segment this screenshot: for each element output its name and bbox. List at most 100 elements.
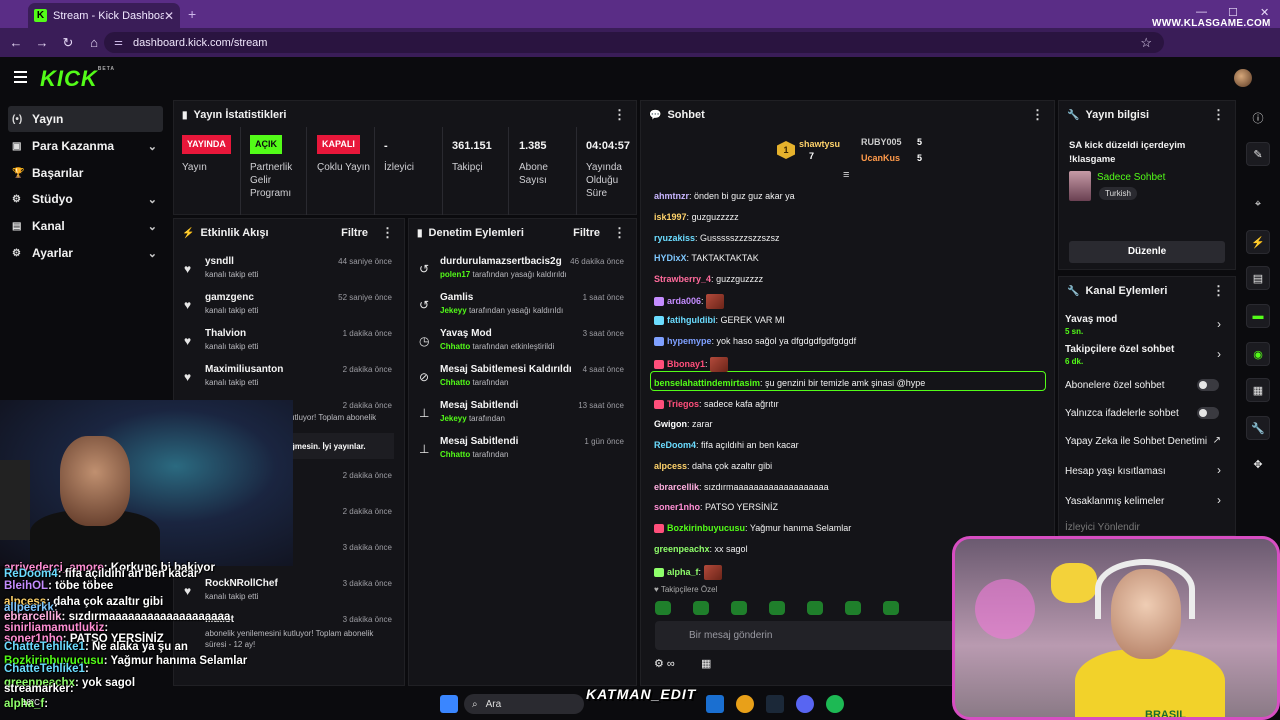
chat-username[interactable]: Triegos xyxy=(667,399,699,409)
gift-icon[interactable]: ▦ xyxy=(701,657,711,670)
document-icon[interactable]: ▤ xyxy=(1246,266,1270,290)
kick-logo[interactable]: KICKBETA xyxy=(40,66,115,92)
lightning-icon: ⚡ xyxy=(182,227,195,239)
chrome-icon[interactable] xyxy=(736,695,754,713)
chat-username[interactable]: Bbonay1 xyxy=(667,359,705,369)
outlook-icon[interactable] xyxy=(706,695,724,713)
menu-icon[interactable] xyxy=(14,71,27,86)
action-banned-words[interactable]: Yasaklanmış kelimeler › xyxy=(1059,493,1235,513)
emote-icon[interactable] xyxy=(883,601,899,615)
chat-username[interactable]: hypemype xyxy=(667,336,712,346)
edit-button[interactable]: Düzenle xyxy=(1069,241,1225,263)
chat-username[interactable]: ryuzakiss xyxy=(654,233,695,243)
sidebar-item-ayarlar[interactable]: ⚙ Ayarlar ⌄ xyxy=(8,240,163,266)
sidebar-item-kanal[interactable]: ▤ Kanal ⌄ xyxy=(8,213,163,239)
filter-button[interactable]: Filtre xyxy=(341,227,368,239)
action-ai-moderation[interactable]: Yapay Zeka ile Sohbet Denetimi ↗ xyxy=(1059,435,1235,453)
chat-username[interactable]: fatihguldibi xyxy=(667,315,716,325)
chat-input[interactable]: Bir mesaj gönderin xyxy=(655,621,955,650)
user-badge-icon xyxy=(654,524,664,534)
emote-icon[interactable] xyxy=(807,601,823,615)
sidebar-item-studyo[interactable]: ⚙ Stüdyo ⌄ xyxy=(8,186,163,212)
chat-settings-icon[interactable]: ⚙ ∞ xyxy=(654,657,675,670)
url-field[interactable]: ⚌ dashboard.kick.com/stream ☆ xyxy=(104,32,1164,53)
expand-icon[interactable]: ≡ xyxy=(843,169,849,181)
more-options-icon[interactable]: ⋮ xyxy=(1031,107,1044,123)
info-icon[interactable]: ⓘ xyxy=(1246,106,1270,130)
back-icon[interactable]: ← xyxy=(4,35,28,50)
lightning-icon[interactable]: ⚡ xyxy=(1246,230,1270,254)
chat-username[interactable]: ReDoom4 xyxy=(654,440,696,450)
emote-icon[interactable] xyxy=(769,601,785,615)
chat-username[interactable]: greenpeachx xyxy=(654,544,710,554)
action-followers-only[interactable]: Takipçilere özel sohbet 6 dk. › xyxy=(1059,343,1235,369)
wrench-icon[interactable]: 🔧 xyxy=(1246,416,1270,440)
chat-username[interactable]: Bozkirinbuyucusu xyxy=(667,523,745,533)
emote-icon[interactable] xyxy=(845,601,861,615)
category-link[interactable]: Sadece Sohbet xyxy=(1097,171,1165,185)
add-widget-icon[interactable]: ✥ xyxy=(1246,452,1270,476)
activity-row: ♥ Maximiliusanton kanalı takip etti 2 da… xyxy=(184,364,392,387)
home-icon[interactable]: ⌂ xyxy=(82,35,106,50)
action-account-age[interactable]: Hesap yaşı kısıtlaması › xyxy=(1059,463,1235,483)
chat-username[interactable]: Strawberry_4 xyxy=(654,274,711,284)
heart-icon: ♥ xyxy=(184,298,192,312)
action-subscribers-only[interactable]: Abonelere özel sohbet xyxy=(1059,377,1235,395)
emote-icon[interactable] xyxy=(655,601,671,615)
focus-icon[interactable]: ⌖ xyxy=(1246,192,1270,216)
user-avatar[interactable] xyxy=(1234,69,1252,87)
user-badge-icon xyxy=(654,400,664,410)
sidebar-item-yayin[interactable]: (•) Yayın xyxy=(8,106,163,132)
more-options-icon[interactable]: ⋮ xyxy=(1212,107,1225,123)
filter-button[interactable]: Filtre xyxy=(573,227,600,239)
layout-icon[interactable]: ▦ xyxy=(1246,378,1270,402)
language-badge: Turkish xyxy=(1099,187,1137,200)
emote-icon[interactable] xyxy=(731,601,747,615)
steam-icon[interactable] xyxy=(766,695,784,713)
chat-username[interactable]: alpcess xyxy=(654,461,687,471)
reload-icon[interactable]: ↻ xyxy=(56,35,80,51)
forward-icon[interactable]: → xyxy=(30,35,54,50)
gifter-name: RUBY005 xyxy=(861,137,902,147)
chat-username[interactable]: ebrarcellik xyxy=(654,482,699,492)
chat-username[interactable]: isk1997 xyxy=(654,212,687,222)
chat-icon[interactable]: ▬ xyxy=(1246,304,1270,328)
activity-row: ♥ Thalvion kanalı takip etti 1 dakika ön… xyxy=(184,328,392,351)
chat-username[interactable]: soner1nho xyxy=(654,502,700,512)
more-options-icon[interactable]: ⋮ xyxy=(1212,283,1225,299)
action-emotes-only[interactable]: Yalnızca ifadelerle sohbet xyxy=(1059,407,1235,425)
user-badge-icon xyxy=(654,337,664,347)
chat-username[interactable]: benselahattindemirtasim xyxy=(654,378,760,388)
emote-icon[interactable] xyxy=(693,601,709,615)
discord-icon[interactable] xyxy=(796,695,814,713)
chat-username[interactable]: Gwigon xyxy=(654,419,687,429)
chat-username[interactable]: arda006 xyxy=(667,296,701,306)
minimize-icon[interactable]: — xyxy=(1196,6,1207,18)
channel-actions-panel: 🔧 Kanal Eylemleri ⋮ Yavaş mod 5 sn. › Ta… xyxy=(1058,276,1236,536)
spotify-icon[interactable] xyxy=(826,695,844,713)
toggle-switch[interactable] xyxy=(1197,379,1219,391)
site-info-icon[interactable]: ⚌ xyxy=(114,37,123,48)
bookmark-star-icon[interactable]: ☆ xyxy=(1140,35,1152,51)
tab-close-icon[interactable]: ✕ xyxy=(164,9,174,23)
sidebar-item-para-kazanma[interactable]: ▣ Para Kazanma ⌄ xyxy=(8,133,163,159)
sidebar-item-basarilar[interactable]: 🏆 Başarılar xyxy=(8,160,163,186)
pencil-icon[interactable]: ✎ xyxy=(1246,142,1270,166)
more-options-icon[interactable]: ⋮ xyxy=(381,225,394,241)
windows-start-icon[interactable] xyxy=(440,695,458,713)
taskbar-search[interactable]: ⌕ Ara xyxy=(464,694,584,714)
stream-icon: (•) xyxy=(12,113,23,125)
action-slow-mode[interactable]: Yavaş mod 5 sn. › xyxy=(1059,313,1235,339)
browser-tab[interactable]: K Stream - Kick Dashboard ✕ xyxy=(28,3,180,28)
more-options-icon[interactable]: ⋮ xyxy=(613,225,626,241)
new-tab-button[interactable]: + xyxy=(188,6,196,22)
chat-username[interactable]: alpha_f xyxy=(667,567,699,577)
user-badge-icon xyxy=(654,316,664,326)
toggle-switch[interactable] xyxy=(1197,407,1219,419)
more-options-icon[interactable]: ⋮ xyxy=(613,107,626,123)
url-text: dashboard.kick.com/stream xyxy=(132,36,268,49)
chat-username[interactable]: HYDixX xyxy=(654,253,687,263)
chat-username[interactable]: ahmtnzr xyxy=(654,191,689,201)
action-host[interactable]: İzleyici Yönlendir xyxy=(1059,521,1235,537)
broadcast-icon[interactable]: ◉ xyxy=(1246,342,1270,366)
